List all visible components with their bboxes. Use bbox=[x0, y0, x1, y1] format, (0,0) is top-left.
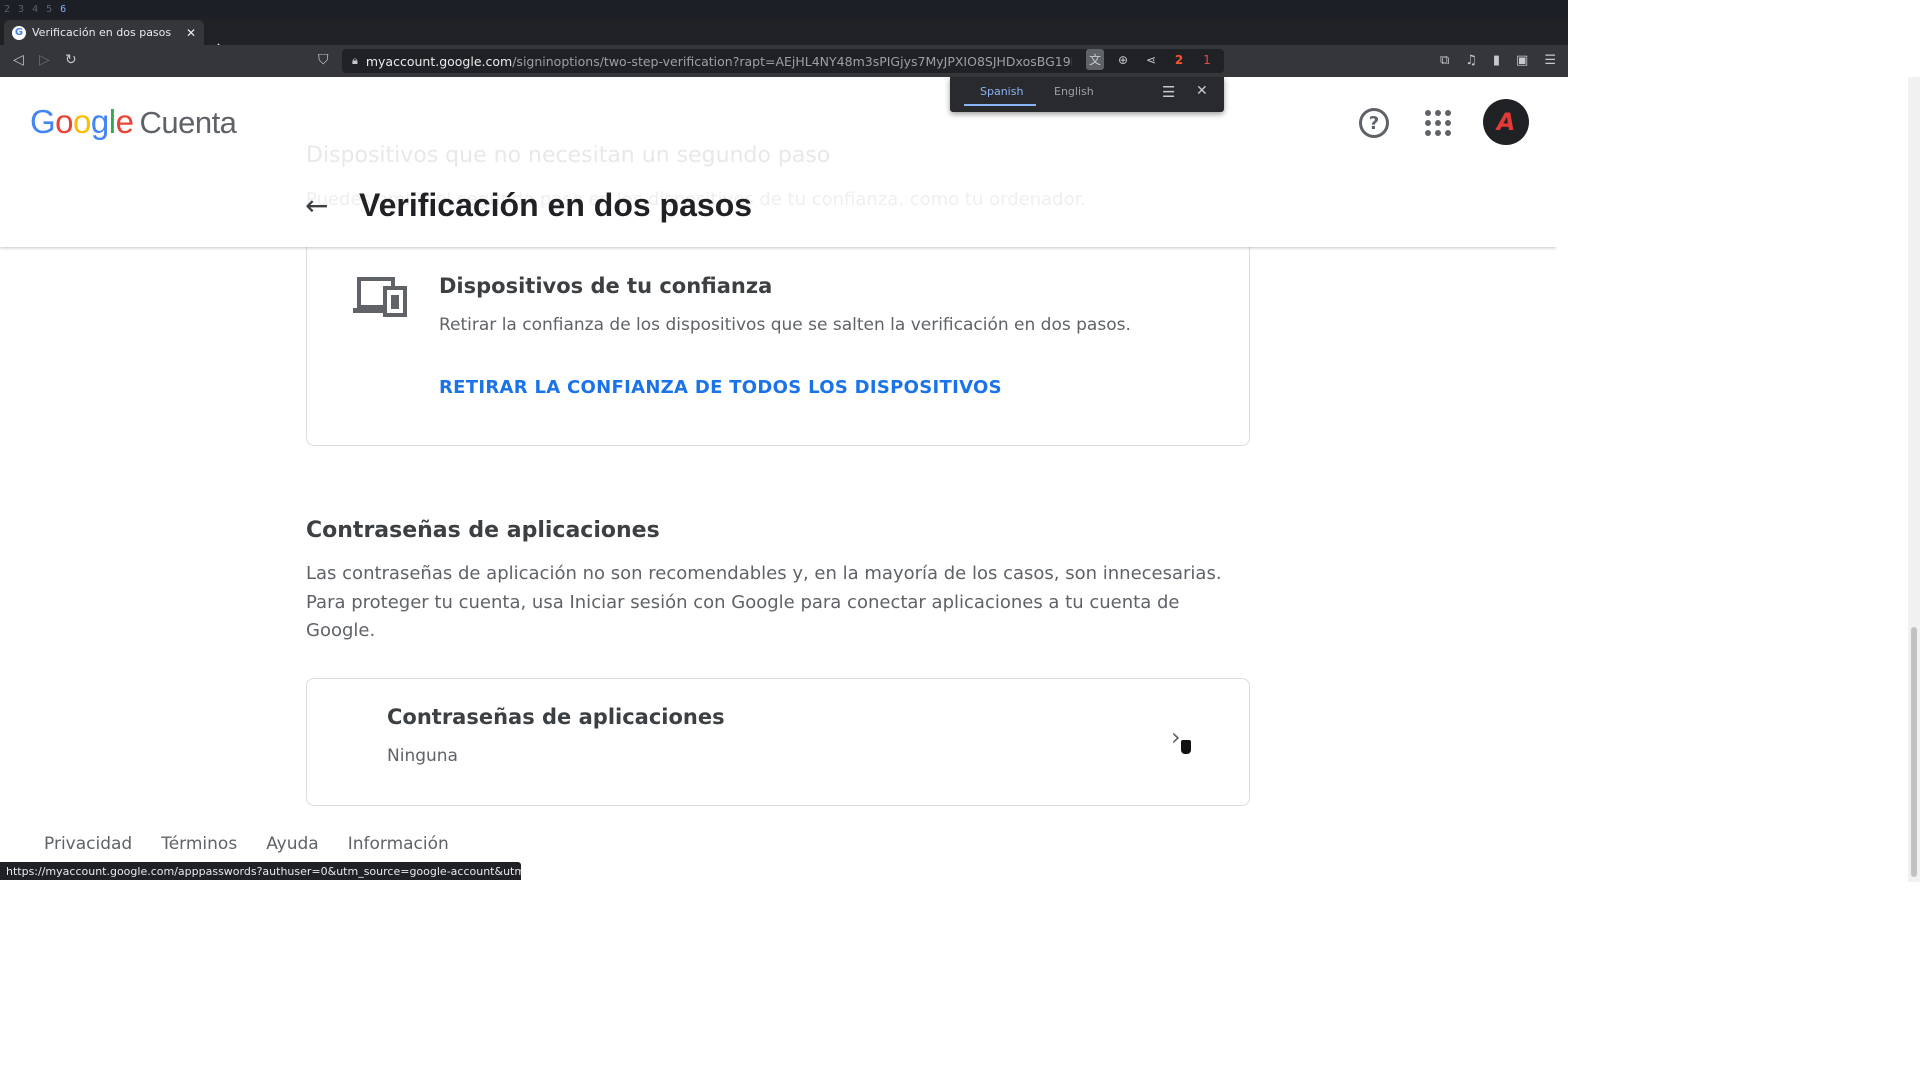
tab-strip: G Verificación en dos pasos ✕ + ⌄ bbox=[0, 18, 1568, 60]
hand-cursor-icon bbox=[1181, 740, 1191, 754]
brave-shields-icon[interactable]: 2 bbox=[1170, 53, 1188, 67]
share-icon[interactable]: ⋖ bbox=[1142, 53, 1160, 67]
back-arrow-icon[interactable]: ← bbox=[305, 189, 328, 222]
trusted-devices-card: Dispositivos de tu confianza Retirar la … bbox=[306, 247, 1250, 446]
translate-source-lang[interactable]: Spanish bbox=[980, 85, 1023, 98]
app-passwords-card[interactable]: Contraseñas de aplicaciones Ninguna › bbox=[306, 678, 1250, 806]
google-favicon-icon: G bbox=[12, 25, 26, 40]
trusted-devices-title: Dispositivos de tu confianza bbox=[439, 274, 773, 298]
url-host: myaccount.google.com bbox=[365, 53, 513, 69]
logo-letter: G bbox=[30, 103, 56, 140]
browser-tab[interactable]: G Verificación en dos pasos ✕ bbox=[4, 20, 204, 45]
logo-letter: l bbox=[108, 103, 116, 140]
page-scrollbar[interactable] bbox=[1908, 77, 1920, 882]
logo-letter: o bbox=[55, 103, 74, 140]
zoom-icon[interactable]: ⊕ bbox=[1114, 53, 1132, 67]
media-icon[interactable]: ♫ bbox=[1465, 53, 1477, 68]
extensions-icon[interactable]: ⧉ bbox=[1440, 53, 1449, 68]
sidebar-icon[interactable]: ▮ bbox=[1493, 53, 1500, 68]
web-page: Google Cuenta Dispositivos que no necesit… bbox=[0, 77, 1556, 882]
faded-section-title: Dispositivos que no necesitan un segundo… bbox=[306, 143, 831, 168]
url-path: /signinoptions/two-step-verification?rap… bbox=[512, 53, 1073, 69]
footer-info-link[interactable]: Información bbox=[348, 834, 449, 854]
workspace-6[interactable]: 6 bbox=[60, 4, 66, 15]
logo-letter: e bbox=[115, 103, 134, 140]
workspace-5[interactable]: 5 bbox=[46, 4, 52, 15]
wallet-icon[interactable]: ▣ bbox=[1516, 53, 1528, 68]
app-passwords-section-description: Las contraseñas de aplicación no son rec… bbox=[306, 563, 1222, 641]
logo-product: Cuenta bbox=[139, 105, 237, 140]
toolbar-right-icons: ⧉ ♫ ▮ ▣ ☰ bbox=[1440, 53, 1556, 68]
footer-privacy-link[interactable]: Privacidad bbox=[44, 834, 132, 854]
link-status-bar: https://myaccount.google.com/apppassword… bbox=[0, 862, 521, 880]
workspace-bar: 2 3 4 5 6 bbox=[0, 0, 1568, 18]
workspace-4[interactable]: 4 bbox=[32, 4, 38, 15]
trusted-devices-description: Retirar la confianza de los dispositivos… bbox=[439, 315, 1131, 335]
active-lang-underline bbox=[964, 104, 1036, 106]
google-apps-icon[interactable] bbox=[1425, 110, 1451, 136]
app-passwords-section-title: Contraseñas de aplicaciones bbox=[306, 518, 660, 543]
google-header: Google Cuenta Dispositivos que no necesit… bbox=[0, 77, 1556, 247]
help-icon[interactable]: ? bbox=[1359, 108, 1389, 138]
app-passwords-card-title: Contraseñas de aplicaciones bbox=[387, 705, 725, 729]
translate-close-icon[interactable]: ✕ bbox=[1196, 83, 1208, 99]
footer-help-link[interactable]: Ayuda bbox=[266, 834, 319, 854]
google-account-logo[interactable]: Google Cuenta bbox=[30, 103, 237, 141]
workspace-2[interactable]: 2 bbox=[4, 4, 10, 15]
tab-title: Verificación en dos pasos bbox=[32, 26, 172, 39]
back-icon[interactable]: ◁ bbox=[13, 52, 24, 68]
lock-icon[interactable]: 🔒︎ bbox=[352, 54, 358, 68]
page-title: Verificación en dos pasos bbox=[359, 187, 753, 223]
footer-terms-link[interactable]: Términos bbox=[161, 834, 237, 854]
translate-menu-icon[interactable]: ☰ bbox=[1162, 83, 1175, 101]
reload-icon[interactable]: ↻ bbox=[65, 52, 77, 68]
avatar[interactable]: A bbox=[1483, 99, 1529, 145]
brave-rewards-icon[interactable]: 1 bbox=[1198, 53, 1216, 67]
logo-letter: g bbox=[90, 103, 109, 140]
bookmark-icon[interactable]: ⛉ bbox=[318, 52, 329, 68]
menu-icon[interactable]: ☰ bbox=[1544, 53, 1556, 68]
browser-toolbar: ◁ ▷ ↻ ⛉ 🔒︎ myaccount.google.com /signino… bbox=[0, 45, 1568, 77]
footer: Privacidad Términos Ayuda Información bbox=[44, 834, 449, 854]
forward-icon[interactable]: ▷ bbox=[39, 52, 50, 68]
translate-popup: Spanish English ☰ ✕ bbox=[950, 77, 1224, 112]
address-bar-actions: 文 ⊕ ⋖ 2 1 bbox=[1086, 49, 1216, 70]
translate-target-lang[interactable]: English bbox=[1054, 85, 1094, 98]
app-passwords-count: Ninguna bbox=[387, 746, 458, 766]
tab-close-icon[interactable]: ✕ bbox=[186, 26, 196, 40]
translate-icon[interactable]: 文 bbox=[1086, 49, 1104, 70]
workspace-3[interactable]: 3 bbox=[18, 4, 24, 15]
logo-letter: o bbox=[73, 103, 91, 140]
chevron-right-icon[interactable]: › bbox=[1171, 723, 1181, 751]
devices-icon bbox=[353, 277, 407, 317]
revoke-all-devices-button[interactable]: RETIRAR LA CONFIANZA DE TODOS LOS DISPOS… bbox=[439, 377, 1002, 398]
scrollbar-thumb[interactable] bbox=[1911, 627, 1917, 877]
